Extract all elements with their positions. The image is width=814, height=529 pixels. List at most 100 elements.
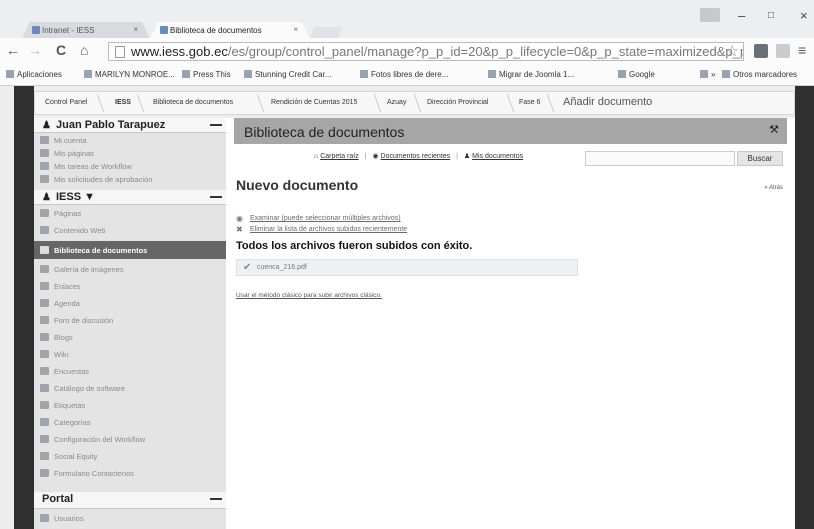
root-folder-link[interactable]: Carpeta raíz <box>320 153 359 160</box>
bookmark-item[interactable]: Fotos libres de dere... <box>360 70 448 79</box>
close-window-button[interactable]: × <box>800 8 808 23</box>
sidebar-item-label: Mis tareas de Workflow <box>54 162 132 171</box>
url-host: www.iess.gob.ec <box>131 44 228 59</box>
bookmark-item[interactable]: Otros marcadores <box>722 70 797 79</box>
sidebar-item-wiki[interactable]: Wiki <box>34 348 226 360</box>
sidebar-item-label: Social Equity <box>54 452 98 461</box>
back-arrow-icon[interactable]: ← <box>6 42 20 58</box>
sidebar-item-label: Etiquetas <box>54 401 86 410</box>
sidebar-user-header[interactable]: ♟ Juan Pablo Tarapuez <box>34 118 226 133</box>
control-panel-sidebar: ♟ Juan Pablo Tarapuez Mi cuenta Mis pági… <box>34 118 236 529</box>
bookmark-item[interactable]: Press This <box>182 70 231 79</box>
sidebar-item-image-gallery[interactable]: Galería de imágenes <box>34 263 226 275</box>
uploaded-file-row: ✔ cuenca_216.pdf <box>236 259 578 276</box>
classic-uploader-link[interactable]: Usar el método clásico para subir archiv… <box>236 292 382 299</box>
portlet-title: Biblioteca de documentos <box>244 124 405 140</box>
breadcrumb-current: Añadir documento <box>563 96 653 108</box>
sidebar-item-web-content[interactable]: Contenido Web <box>34 224 226 236</box>
bookmarks-overflow[interactable]: » <box>700 70 715 79</box>
sidebar-site-header[interactable]: ♟ IESS ▼ <box>34 190 226 205</box>
breadcrumb-item[interactable]: Fase 6 <box>519 99 540 106</box>
browse-files-link[interactable]: Examinar (puede seleccionar múltiples ar… <box>250 215 401 222</box>
sidebar-item-contact-form[interactable]: Formulario Contactenos <box>34 467 226 479</box>
tag-icon <box>40 401 49 409</box>
page-margin <box>14 86 34 529</box>
sidebar-item-workflow-tasks[interactable]: Mis tareas de Workflow <box>34 160 226 172</box>
sidebar-item-label: Agenda <box>54 299 80 308</box>
forward-arrow-icon[interactable]: → <box>28 42 42 58</box>
sidebar-item-categories[interactable]: Categorías <box>34 416 226 428</box>
breadcrumb-item[interactable]: Azuay <box>387 99 406 106</box>
poll-icon <box>40 367 49 375</box>
page-title: Nuevo documento <box>236 177 359 193</box>
sidebar-portal-header[interactable]: Portal <box>34 492 226 509</box>
tab-close-icon[interactable]: × <box>293 25 298 34</box>
form-icon <box>40 469 49 477</box>
bookmark-item[interactable]: MARILYN MONROE... <box>84 70 175 79</box>
profile-icon[interactable] <box>700 8 720 22</box>
sidebar-item-tags[interactable]: Etiquetas <box>34 399 226 411</box>
breadcrumb-item[interactable]: IESS <box>115 99 131 106</box>
bookmark-item[interactable]: Google <box>618 70 655 79</box>
extension-icon[interactable] <box>776 44 790 58</box>
sidebar-user-name: Juan Pablo Tarapuez <box>56 119 166 131</box>
home-icon[interactable]: ⌂ <box>80 42 88 58</box>
browser-tab-biblioteca[interactable]: Biblioteca de documentos × <box>150 22 310 39</box>
search-button[interactable]: Buscar <box>737 151 783 166</box>
address-bar[interactable]: www.iess.gob.ec/es/group/control_panel/m… <box>108 42 744 61</box>
tab-close-icon[interactable]: × <box>133 25 138 34</box>
sidebar-item-calendar[interactable]: Agenda <box>34 297 226 309</box>
pages-icon <box>40 149 49 157</box>
sidebar-item-blogs[interactable]: Blogs <box>34 331 226 343</box>
breadcrumb-item[interactable]: Control Panel <box>45 99 87 106</box>
recent-docs-icon: ◉ <box>372 153 379 160</box>
collapse-icon[interactable] <box>210 124 222 126</box>
sidebar-item-users[interactable]: Usuarios <box>34 512 226 524</box>
sidebar-item-polls[interactable]: Encuestas <box>34 365 226 377</box>
document-search-input[interactable] <box>585 151 735 166</box>
sidebar-item-workflow-config[interactable]: Configuración del Workflow <box>34 433 226 445</box>
collapse-icon[interactable] <box>210 196 222 198</box>
sidebar-item-approval-requests[interactable]: Mis solicitudes de aprobación <box>34 173 226 185</box>
clear-uploads-link[interactable]: Eliminar la lista de archivos subidos re… <box>250 226 407 233</box>
bookmark-star-icon[interactable]: ☆ <box>726 43 739 60</box>
minimize-button[interactable]: – <box>738 8 745 23</box>
sidebar-item-links[interactable]: Enlaces <box>34 280 226 292</box>
breadcrumb-separator <box>129 94 145 112</box>
bookmark-item[interactable]: Aplicaciones <box>6 70 62 79</box>
sidebar-item-forum[interactable]: Foro de discusión <box>34 314 226 326</box>
back-link[interactable]: « Atrás <box>764 185 783 191</box>
document-library-icon <box>40 246 49 254</box>
browser-tab-intranet[interactable]: Intranet - IESS × <box>22 22 150 39</box>
menu-icon[interactable]: ≡ <box>798 42 806 58</box>
breadcrumb: Control Panel IESS Biblioteca de documen… <box>34 91 795 115</box>
sidebar-item-my-account[interactable]: Mi cuenta <box>34 134 226 146</box>
breadcrumb-item[interactable]: Dirección Provincial <box>427 99 488 106</box>
sidebar-item-pages[interactable]: Páginas <box>34 207 226 219</box>
url-path: /es/group/control_panel/manage?p_p_id=20… <box>227 44 744 59</box>
uploaded-file-name: cuenca_216.pdf <box>257 264 307 271</box>
sidebar-item-software-catalog[interactable]: Catálogo de software <box>34 382 226 394</box>
sidebar-item-label: Mi cuenta <box>54 136 87 145</box>
bookmark-item[interactable]: Stunning Credit Car... <box>244 70 331 79</box>
reload-icon[interactable]: C <box>56 42 66 58</box>
separator: | <box>364 153 367 160</box>
recent-documents-link[interactable]: Documentos recientes <box>381 153 451 160</box>
breadcrumb-item[interactable]: Rendición de Cuentas 2015 <box>271 99 357 106</box>
breadcrumb-separator <box>366 94 382 112</box>
favicon-icon <box>160 26 168 34</box>
wrench-icon[interactable]: ⚒ <box>769 123 779 136</box>
users-icon <box>40 514 49 522</box>
collapse-icon[interactable] <box>210 498 222 500</box>
breadcrumb-separator <box>539 94 555 112</box>
my-documents-link[interactable]: Mis documentos <box>472 153 523 160</box>
sidebar-item-my-pages[interactable]: Mis páginas <box>34 147 226 159</box>
software-icon <box>40 384 49 392</box>
maximize-button[interactable]: □ <box>768 10 774 21</box>
sidebar-item-social-equity[interactable]: Social Equity <box>34 450 226 462</box>
sidebar-item-document-library[interactable]: Biblioteca de documentos <box>34 241 236 259</box>
bookmark-item[interactable]: Migrar de Joomla 1... <box>488 70 574 79</box>
sidebar-site-name: IESS ▼ <box>56 191 96 203</box>
extension-icon[interactable] <box>754 44 768 58</box>
breadcrumb-item[interactable]: Biblioteca de documentos <box>153 99 233 106</box>
